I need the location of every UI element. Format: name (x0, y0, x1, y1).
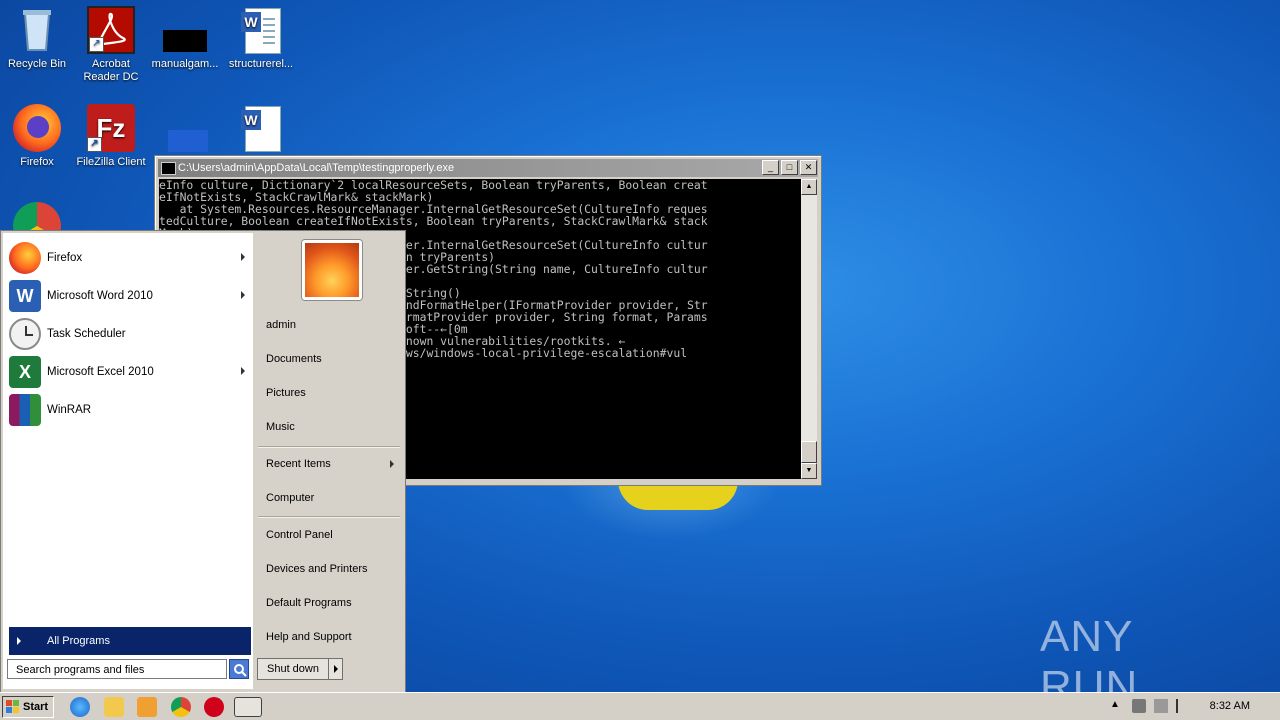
program-label: Microsoft Excel 2010 (47, 366, 154, 378)
windows-logo-icon (6, 700, 19, 713)
network-icon[interactable] (1154, 699, 1168, 713)
acrobat-icon: ↗ (87, 6, 135, 54)
scroll-down-arrow-icon[interactable]: ▼ (801, 463, 817, 479)
search-button[interactable] (229, 659, 249, 679)
volume-icon[interactable] (1132, 699, 1146, 713)
close-button[interactable]: ✕ (800, 160, 817, 175)
console-scrollbar[interactable]: ▲ ▼ (801, 179, 817, 479)
shortcut-arrow-icon: ↗ (87, 137, 102, 152)
start-right-recent-items[interactable]: Recent Items (266, 458, 331, 470)
ie-icon[interactable] (70, 697, 90, 717)
desktop-icon-document[interactable]: W (224, 104, 298, 156)
start-right-control-panel[interactable]: Control Panel (266, 529, 333, 541)
console-icon (161, 162, 176, 175)
word-document-icon: W (241, 6, 281, 54)
system-tray: ▲ 8:32 AM (1104, 693, 1280, 720)
shutdown-button-group: Shut down (257, 658, 343, 680)
start-right-user[interactable]: admin (266, 319, 296, 331)
program-task-scheduler[interactable]: Task Scheduler (9, 317, 253, 351)
start-right-devices-printers[interactable]: Devices and Printers (266, 563, 368, 575)
separator (258, 516, 400, 518)
start-label: Start (23, 701, 49, 713)
scroll-thumb[interactable] (801, 441, 817, 463)
shortcut-arrow-icon: ↗ (89, 37, 104, 52)
excel-icon: X (9, 356, 41, 388)
search-icon (234, 664, 247, 677)
opera-icon[interactable] (204, 697, 224, 717)
program-label: Firefox (47, 252, 83, 264)
maximize-button[interactable]: □ (781, 160, 798, 175)
anyrun-watermark: ANY RUN (1040, 612, 1139, 711)
program-excel[interactable]: X Microsoft Excel 2010 (9, 355, 253, 389)
all-programs-button[interactable]: All Programs (9, 627, 251, 655)
desktop-icon-blue-partial[interactable] (168, 130, 208, 152)
word-icon: W (9, 280, 41, 312)
desktop-icon-acrobat[interactable]: ↗ Acrobat Reader DC (74, 6, 148, 84)
chevron-up-icon[interactable]: ▲ (1110, 699, 1124, 713)
submenu-arrow-icon (241, 291, 245, 299)
clock[interactable]: 8:32 AM (1210, 700, 1250, 712)
desktop-icon-filezilla[interactable]: Fz ↗ FileZilla Client (74, 104, 148, 169)
taskbar: Start ▲ 8:32 AM (0, 692, 1280, 720)
word-document-icon: W (241, 104, 281, 152)
flag-icon[interactable] (1176, 699, 1192, 713)
start-right-default-programs[interactable]: Default Programs (266, 597, 352, 609)
start-right-documents[interactable]: Documents (266, 353, 322, 365)
submenu-arrow-icon (241, 367, 245, 375)
desktop-icon-recycle-bin[interactable]: Recycle Bin (0, 6, 74, 71)
console-line: tedCulture, Boolean createIfNotExists, B… (159, 214, 708, 228)
submenu-arrow-icon (241, 253, 245, 261)
start-right-pictures[interactable]: Pictures (266, 387, 306, 399)
explorer-icon[interactable] (104, 697, 124, 717)
console-title-bar[interactable]: C:\Users\admin\AppData\Local\Temp\testin… (158, 159, 818, 177)
chrome-icon[interactable] (171, 697, 191, 717)
start-right-music[interactable]: Music (266, 421, 295, 433)
desktop-icon-label: Acrobat Reader DC (83, 58, 139, 83)
desktop-icon-label: Recycle Bin (7, 58, 67, 70)
start-button[interactable]: Start (2, 696, 54, 718)
desktop-icon-structurerel[interactable]: W structurerel... (224, 6, 298, 71)
desktop-icon-label: Firefox (20, 156, 54, 168)
program-label: Microsoft Word 2010 (47, 290, 153, 302)
desktop-icon-manualgam[interactable]: manualgam... (148, 6, 222, 71)
program-winrar[interactable]: WinRAR (9, 393, 253, 427)
desktop-icon-label: FileZilla Client (76, 156, 146, 168)
separator (258, 446, 400, 448)
program-label: Task Scheduler (47, 328, 126, 340)
winrar-icon (9, 394, 41, 426)
user-avatar[interactable] (302, 240, 362, 300)
console-taskbar-icon[interactable] (234, 697, 262, 717)
clock-icon (9, 318, 41, 350)
scroll-up-arrow-icon[interactable]: ▲ (801, 179, 817, 195)
start-right-computer[interactable]: Computer (266, 492, 314, 504)
shutdown-options-arrow[interactable] (329, 659, 342, 679)
shutdown-button[interactable]: Shut down (258, 659, 329, 679)
desktop-icon-label: manualgam... (151, 58, 219, 70)
file-icon (161, 6, 209, 54)
arrow-right-icon (17, 637, 21, 645)
all-programs-label: All Programs (47, 635, 110, 647)
firefox-icon (13, 104, 61, 152)
filezilla-icon: Fz ↗ (87, 104, 135, 152)
desktop-icon-label: structurerel... (228, 58, 294, 70)
recycle-bin-icon (13, 6, 61, 54)
program-word[interactable]: W Microsoft Word 2010 (9, 279, 253, 313)
submenu-arrow-icon (390, 460, 394, 468)
start-menu-programs-pane: Firefox W Microsoft Word 2010 Task Sched… (3, 233, 253, 689)
desktop-icon-firefox[interactable]: Firefox (0, 104, 74, 169)
program-label: WinRAR (47, 404, 92, 416)
start-right-help-support[interactable]: Help and Support (266, 631, 352, 643)
console-title: C:\Users\admin\AppData\Local\Temp\testin… (178, 162, 455, 174)
firefox-icon (9, 242, 41, 274)
media-player-icon[interactable] (137, 697, 157, 717)
minimize-button[interactable]: _ (762, 160, 779, 175)
program-firefox[interactable]: Firefox (9, 241, 253, 275)
search-input[interactable]: Search programs and files (7, 659, 227, 679)
